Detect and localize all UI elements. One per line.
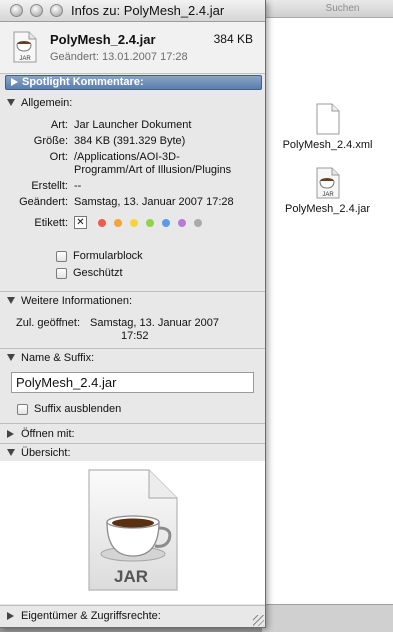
file-name-xml: PolyMesh_2.4.xml bbox=[282, 139, 373, 151]
no-label-button[interactable]: ✕ bbox=[74, 216, 87, 229]
jar-icon: JAR bbox=[316, 167, 339, 199]
preview-heading: Übersicht: bbox=[21, 447, 71, 459]
name-suffix-heading: Name & Suffix: bbox=[21, 352, 95, 364]
zoom-button[interactable] bbox=[50, 4, 63, 17]
locked-label: Geschützt bbox=[73, 267, 123, 279]
disclosure-triangle-icon[interactable] bbox=[7, 354, 15, 361]
preview-icon-label: JAR bbox=[114, 567, 148, 586]
close-button[interactable] bbox=[10, 4, 23, 17]
file-item-jar[interactable]: JAR PolyMesh_2.4.jar bbox=[262, 167, 393, 215]
label-gray-button[interactable] bbox=[194, 219, 202, 227]
modified-label: Geändert: bbox=[19, 196, 68, 208]
general-section: Allgemein: Art: Jar Launcher Dokument Gr… bbox=[0, 95, 265, 291]
general-section-header[interactable]: Allgemein: bbox=[0, 96, 265, 111]
info-window: Infos zu: PolyMesh_2.4.jar JAR PolyMesh_… bbox=[0, 0, 266, 628]
preview-section: Übersicht: bbox=[0, 443, 265, 461]
titlebar[interactable]: Infos zu: PolyMesh_2.4.jar bbox=[0, 0, 265, 22]
minimize-button[interactable] bbox=[30, 4, 43, 17]
file-name-field[interactable]: PolyMesh_2.4.jar bbox=[11, 372, 254, 393]
search-label[interactable]: Suchen bbox=[262, 3, 393, 14]
hide-suffix-checkbox[interactable] bbox=[17, 404, 28, 415]
file-header: JAR PolyMesh_2.4.jar 384 KB Geändert: 13… bbox=[0, 22, 265, 74]
window-title: Infos zu: PolyMesh_2.4.jar bbox=[71, 3, 225, 18]
owner-permissions-heading: Eigentümer & Zugriffsrechte: bbox=[21, 610, 161, 622]
label-green-button[interactable] bbox=[146, 219, 154, 227]
name-suffix-section-header[interactable]: Name & Suffix: bbox=[0, 351, 265, 366]
location-value-line1: /Applications/AOI-3D- bbox=[74, 151, 180, 163]
locked-checkbox[interactable] bbox=[56, 268, 67, 279]
owner-permissions-section: Eigentümer & Zugriffsrechte: bbox=[0, 605, 265, 627]
kind-label: Art: bbox=[50, 119, 68, 131]
disclosure-triangle-icon[interactable] bbox=[11, 78, 18, 86]
jar-file-icon: JAR bbox=[13, 31, 37, 63]
disclosure-triangle-icon[interactable] bbox=[7, 297, 15, 304]
more-info-section-header[interactable]: Weitere Informationen: bbox=[0, 294, 265, 309]
file-name-jar: PolyMesh_2.4.jar bbox=[285, 203, 370, 215]
svg-text:JAR: JAR bbox=[19, 56, 31, 62]
preview-area: JAR bbox=[0, 461, 265, 604]
resize-grip[interactable] bbox=[253, 615, 264, 626]
spotlight-comments-label: Spotlight Kommentare: bbox=[22, 76, 144, 88]
last-opened-value: Samstag, 13. Januar 2007 bbox=[90, 317, 220, 329]
background-finder-window: Suchen PolyMesh_2.4.xml JAR PolyMesh_2.4… bbox=[262, 0, 393, 632]
disclosure-triangle-icon[interactable] bbox=[7, 430, 14, 438]
size-label: Größe: bbox=[33, 135, 68, 147]
last-opened-label: Zul. geöffnet: bbox=[16, 317, 81, 329]
location-label: Ort: bbox=[49, 151, 68, 163]
jar-preview-icon: JAR bbox=[88, 469, 178, 591]
open-with-section-header[interactable]: Öffnen mit: bbox=[0, 427, 265, 442]
label-orange-button[interactable] bbox=[114, 219, 122, 227]
general-heading: Allgemein: bbox=[21, 97, 73, 109]
label-yellow-button[interactable] bbox=[130, 219, 138, 227]
disclosure-triangle-icon[interactable] bbox=[7, 99, 15, 106]
file-modified-date: Geändert: 13.01.2007 17:28 bbox=[50, 51, 188, 63]
label-blue-button[interactable] bbox=[162, 219, 170, 227]
hide-suffix-label: Suffix ausblenden bbox=[34, 403, 122, 415]
document-icon bbox=[316, 103, 339, 135]
color-label-picker: ✕ bbox=[0, 216, 265, 232]
file-name: PolyMesh_2.4.jar bbox=[50, 32, 156, 47]
disclosure-triangle-icon[interactable] bbox=[7, 449, 15, 456]
preview-section-header[interactable]: Übersicht: bbox=[0, 446, 265, 461]
created-label: Erstellt: bbox=[31, 180, 68, 192]
stationery-pad-label: Formularblock bbox=[73, 250, 143, 262]
file-item-xml[interactable]: PolyMesh_2.4.xml bbox=[262, 103, 393, 151]
open-with-heading: Öffnen mit: bbox=[21, 428, 75, 440]
more-info-heading: Weitere Informationen: bbox=[21, 295, 133, 307]
more-info-section: Weitere Informationen: Zul. geöffnet: Sa… bbox=[0, 291, 265, 348]
label-purple-button[interactable] bbox=[178, 219, 186, 227]
disclosure-triangle-icon[interactable] bbox=[7, 612, 14, 620]
spotlight-comments-section[interactable]: Spotlight Kommentare: bbox=[5, 75, 262, 90]
label-red-button[interactable] bbox=[98, 219, 106, 227]
location-value-line2: Programm/Art of Illusion/Plugins bbox=[74, 164, 232, 176]
created-value: -- bbox=[74, 180, 82, 192]
open-with-section: Öffnen mit: bbox=[0, 423, 265, 443]
kind-value: Jar Launcher Dokument bbox=[74, 119, 192, 131]
svg-text:JAR: JAR bbox=[322, 192, 334, 198]
stationery-pad-checkbox[interactable] bbox=[56, 251, 67, 262]
last-opened-time: 17:52 bbox=[121, 330, 149, 342]
background-titlebar: Suchen bbox=[262, 0, 393, 18]
background-status-bar bbox=[262, 604, 393, 632]
modified-value: Samstag, 13. Januar 2007 17:28 bbox=[74, 196, 234, 208]
file-size: 384 KB bbox=[213, 32, 253, 46]
size-value: 384 KB (391.329 Byte) bbox=[74, 135, 186, 147]
owner-permissions-section-header[interactable]: Eigentümer & Zugriffsrechte: bbox=[0, 609, 265, 624]
